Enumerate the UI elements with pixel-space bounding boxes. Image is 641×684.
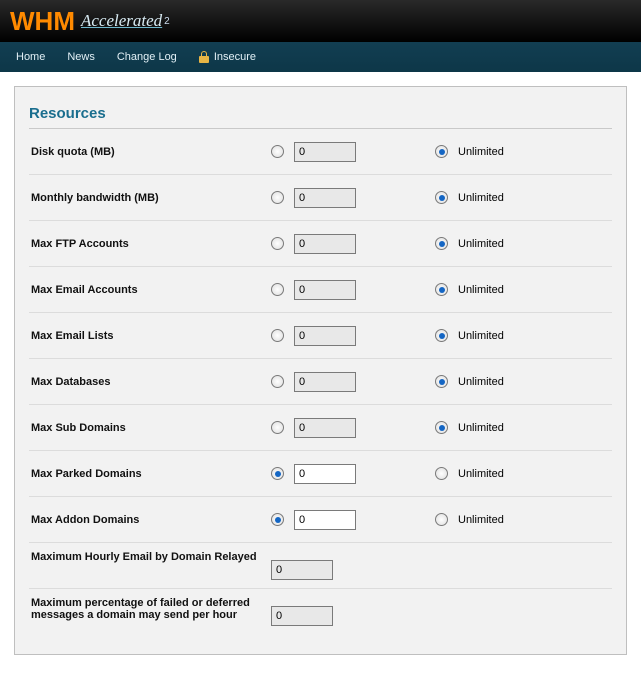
resource-row: Max FTP Accounts Unlimited [29, 220, 612, 266]
value-column [271, 326, 411, 346]
lock-icon [199, 51, 209, 63]
unlimited-column: Unlimited [411, 283, 504, 296]
unlimited-radio[interactable] [435, 513, 448, 526]
resource-label: Monthly bandwidth (MB) [29, 192, 271, 204]
resource-row: Max Addon Domains Unlimited [29, 496, 612, 542]
unlimited-label: Unlimited [458, 330, 504, 342]
value-input[interactable] [294, 142, 356, 162]
value-input[interactable] [271, 560, 333, 580]
value-radio[interactable] [271, 145, 284, 158]
resource-label: Max Databases [29, 376, 271, 388]
resource-label: Maximum Hourly Email by Domain Relayed [29, 551, 271, 563]
value-radio[interactable] [271, 513, 284, 526]
unlimited-label: Unlimited [458, 146, 504, 158]
value-radio[interactable] [271, 283, 284, 296]
value-input[interactable] [294, 234, 356, 254]
value-column [271, 510, 411, 530]
nav-changelog[interactable]: Change Log [117, 51, 177, 63]
value-column [271, 142, 411, 162]
value-input[interactable] [294, 372, 356, 392]
unlimited-label: Unlimited [458, 284, 504, 296]
unlimited-column: Unlimited [411, 237, 504, 250]
resource-row: Disk quota (MB) Unlimited [29, 128, 612, 174]
value-radio[interactable] [271, 375, 284, 388]
value-input[interactable] [294, 326, 356, 346]
header-bar: WHM Accelerated 2 [0, 0, 641, 42]
resource-label: Max Parked Domains [29, 468, 271, 480]
unlimited-column: Unlimited [411, 145, 504, 158]
logo-whm: WHM [10, 6, 75, 37]
nav-news[interactable]: News [67, 51, 95, 63]
value-column [271, 188, 411, 208]
unlimited-label: Unlimited [458, 238, 504, 250]
unlimited-radio[interactable] [435, 375, 448, 388]
resource-row: Max Email Lists Unlimited [29, 312, 612, 358]
resource-row: Max Parked Domains Unlimited [29, 450, 612, 496]
resource-row: Maximum percentage of failed or deferred… [29, 588, 612, 634]
value-input[interactable] [294, 280, 356, 300]
resource-label: Max Addon Domains [29, 514, 271, 526]
resource-label: Max Email Lists [29, 330, 271, 342]
unlimited-radio[interactable] [435, 191, 448, 204]
unlimited-column: Unlimited [411, 421, 504, 434]
logo-sub: 2 [164, 16, 170, 27]
value-input[interactable] [271, 606, 333, 626]
value-input[interactable] [294, 188, 356, 208]
resource-label: Maximum percentage of failed or deferred… [29, 597, 271, 621]
page-outer: Resources Disk quota (MB)UnlimitedMonthl… [0, 72, 641, 669]
value-radio[interactable] [271, 237, 284, 250]
unlimited-column: Unlimited [411, 375, 504, 388]
resource-label: Disk quota (MB) [29, 146, 271, 158]
unlimited-label: Unlimited [458, 376, 504, 388]
resource-row: Max Email Accounts Unlimited [29, 266, 612, 312]
value-column [271, 418, 411, 438]
value-column [271, 560, 411, 580]
unlimited-label: Unlimited [458, 192, 504, 204]
value-input[interactable] [294, 510, 356, 530]
value-radio[interactable] [271, 467, 284, 480]
nav-insecure[interactable]: Insecure [199, 51, 256, 63]
value-column [271, 234, 411, 254]
resource-row: Max Databases Unlimited [29, 358, 612, 404]
logo-accelerated: Accelerated [81, 11, 162, 31]
unlimited-radio[interactable] [435, 283, 448, 296]
value-input[interactable] [294, 464, 356, 484]
value-radio[interactable] [271, 421, 284, 434]
value-column [271, 280, 411, 300]
resource-label: Max Email Accounts [29, 284, 271, 296]
value-column [271, 464, 411, 484]
resources-form: Disk quota (MB)UnlimitedMonthly bandwidt… [29, 128, 612, 634]
unlimited-label: Unlimited [458, 514, 504, 526]
nav-home[interactable]: Home [16, 51, 45, 63]
value-column [271, 372, 411, 392]
panel: Resources Disk quota (MB)UnlimitedMonthl… [14, 86, 627, 655]
unlimited-radio[interactable] [435, 145, 448, 158]
unlimited-column: Unlimited [411, 513, 504, 526]
unlimited-column: Unlimited [411, 467, 504, 480]
unlimited-column: Unlimited [411, 191, 504, 204]
unlimited-radio[interactable] [435, 467, 448, 480]
unlimited-radio[interactable] [435, 421, 448, 434]
resource-label: Max Sub Domains [29, 422, 271, 434]
unlimited-column: Unlimited [411, 329, 504, 342]
value-radio[interactable] [271, 191, 284, 204]
unlimited-radio[interactable] [435, 329, 448, 342]
value-radio[interactable] [271, 329, 284, 342]
value-column [271, 606, 411, 626]
unlimited-radio[interactable] [435, 237, 448, 250]
resource-label: Max FTP Accounts [29, 238, 271, 250]
resource-row: Maximum Hourly Email by Domain Relayed [29, 542, 612, 588]
unlimited-label: Unlimited [458, 422, 504, 434]
nav-insecure-label: Insecure [214, 51, 256, 63]
section-title: Resources [29, 99, 610, 128]
resource-row: Monthly bandwidth (MB) Unlimited [29, 174, 612, 220]
value-input[interactable] [294, 418, 356, 438]
unlimited-label: Unlimited [458, 468, 504, 480]
resource-row: Max Sub Domains Unlimited [29, 404, 612, 450]
main-nav: Home News Change Log Insecure [0, 42, 641, 72]
